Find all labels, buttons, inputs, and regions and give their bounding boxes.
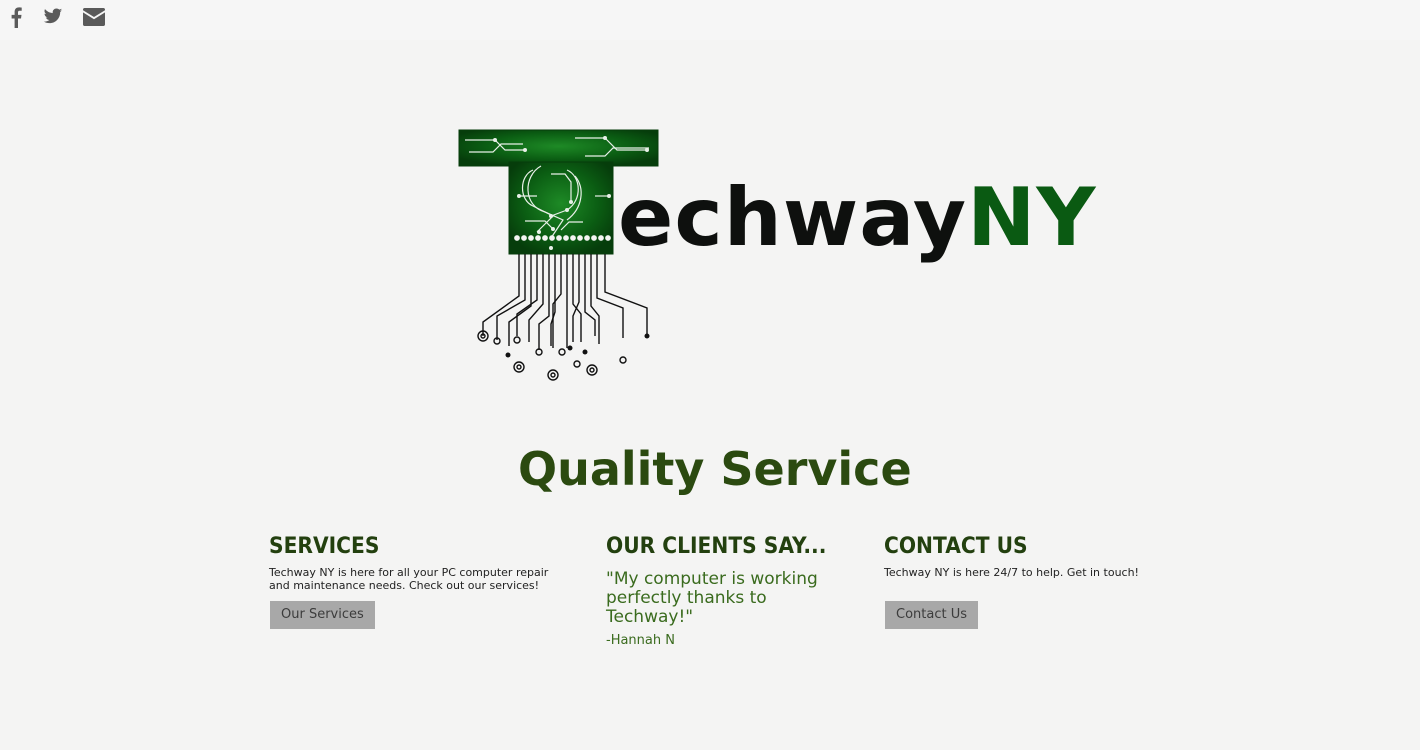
contact-text: Techway NY is here 24/7 to help. Get in … [884, 566, 1139, 579]
client-author: -Hannah N [606, 633, 675, 648]
envelope-icon[interactable] [83, 8, 105, 26]
contact-section: CONTACT US Techway NY is here 24/7 to he… [884, 532, 1184, 579]
facebook-icon[interactable] [10, 6, 22, 28]
logo-wordmark: echwayNY [618, 178, 1096, 258]
tagline: Quality Service [518, 442, 912, 496]
client-quote: "My computer is working perfectly thanks… [606, 569, 818, 627]
clients-heading: OUR CLIENTS SAY... [606, 534, 827, 559]
wordmark-echway: echway [618, 171, 968, 264]
twitter-icon[interactable] [43, 6, 63, 26]
contact-heading: CONTACT US [884, 534, 1028, 559]
clients-section: OUR CLIENTS SAY... "My computer is worki… [606, 532, 866, 648]
services-section: SERVICES Techway NY is here for all your… [269, 532, 559, 592]
top-bar [0, 0, 1420, 40]
wordmark-ny: NY [967, 171, 1097, 264]
contact-us-button[interactable]: Contact Us [885, 601, 978, 629]
our-services-button[interactable]: Our Services [270, 601, 375, 629]
services-heading: SERVICES [269, 534, 380, 559]
services-text: Techway NY is here for all your PC compu… [269, 566, 549, 592]
